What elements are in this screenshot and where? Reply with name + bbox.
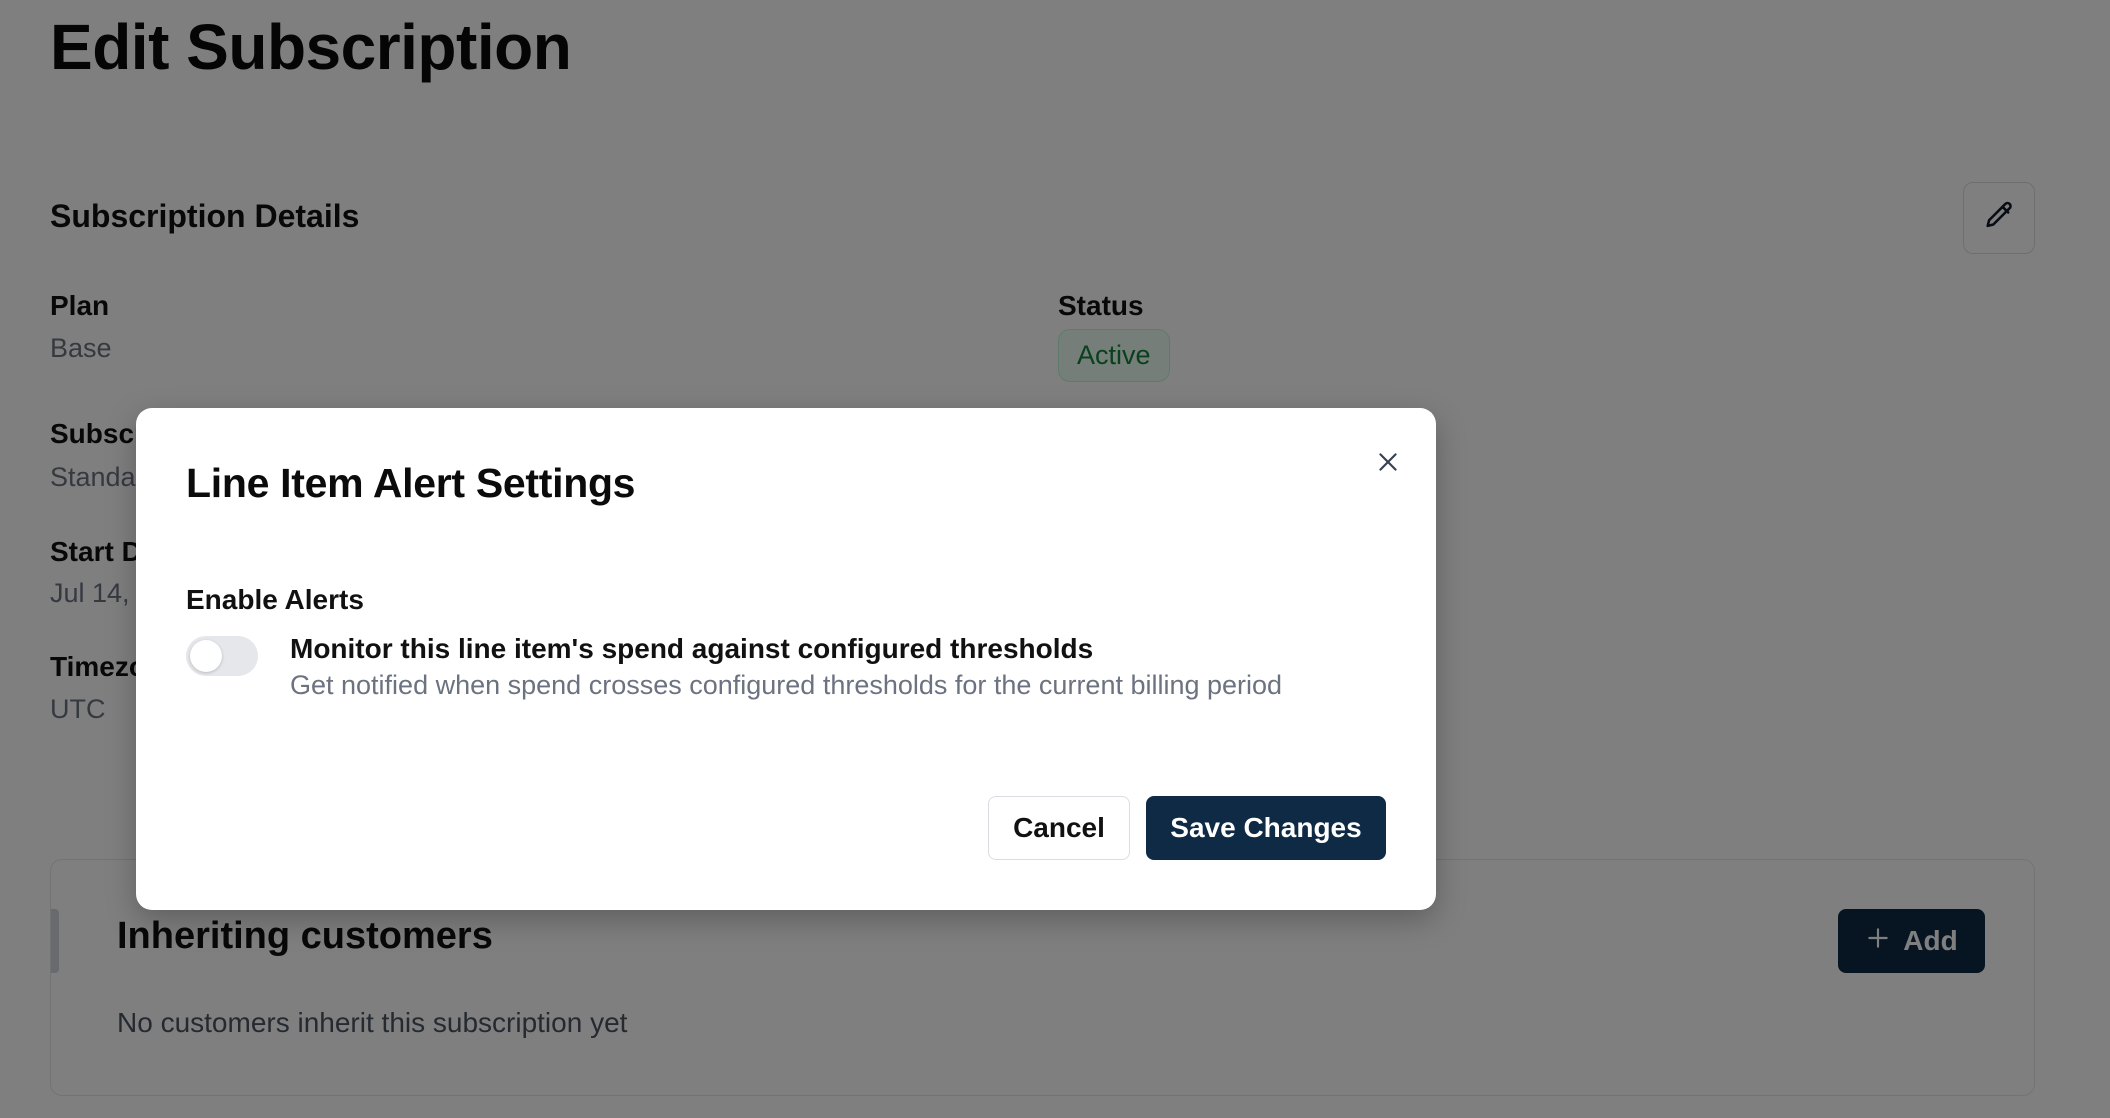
modal-title: Line Item Alert Settings xyxy=(186,460,636,506)
close-button[interactable] xyxy=(1368,444,1408,484)
toggle-knob xyxy=(190,640,222,672)
toggle-title: Monitor this line item's spend against c… xyxy=(290,633,1094,664)
enable-alerts-label: Enable Alerts xyxy=(186,584,364,615)
line-item-alert-settings-dialog: Line Item Alert Settings Enable Alerts M… xyxy=(136,408,1436,910)
save-changes-button[interactable]: Save Changes xyxy=(1146,796,1386,860)
toggle-description: Get notified when spend crosses configur… xyxy=(290,670,1283,700)
enable-alerts-toggle[interactable] xyxy=(186,636,258,676)
close-icon xyxy=(1375,449,1401,480)
cancel-button[interactable]: Cancel xyxy=(988,796,1130,860)
